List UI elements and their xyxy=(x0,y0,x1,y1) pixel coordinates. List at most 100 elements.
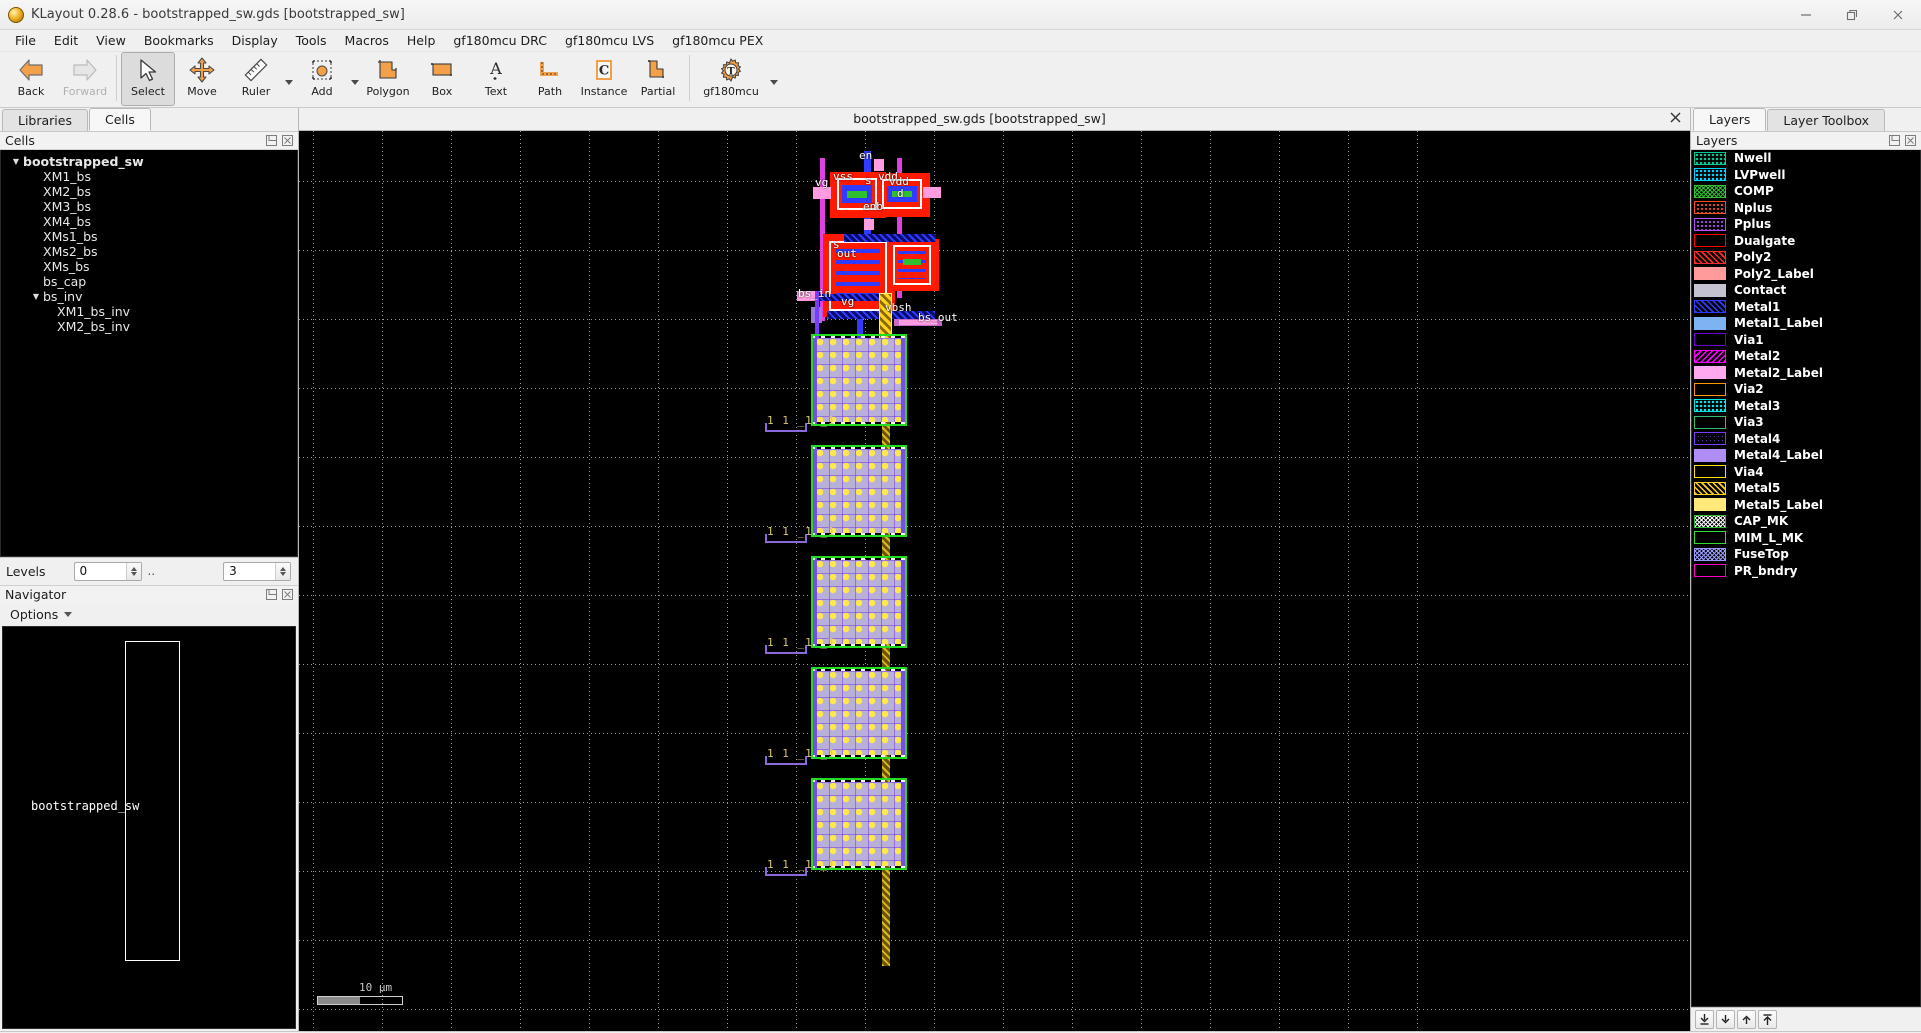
layer-row[interactable]: Metal4_Label xyxy=(1692,447,1920,464)
partial-tool-button[interactable]: Partial xyxy=(631,52,685,106)
layer-swatch-icon[interactable] xyxy=(1694,448,1726,462)
levels-min-stepper[interactable]: 0 xyxy=(73,561,142,581)
close-icon[interactable] xyxy=(281,134,294,147)
tab-layers[interactable]: Layers xyxy=(1693,108,1767,131)
layer-swatch-icon[interactable] xyxy=(1694,514,1726,528)
layer-row[interactable]: Via4 xyxy=(1692,464,1920,481)
layer-swatch-icon[interactable] xyxy=(1694,184,1726,198)
gf180mcu-dropdown-chevron-down-icon[interactable] xyxy=(768,52,780,106)
menu-view[interactable]: View xyxy=(87,31,135,51)
cell-tree-item[interactable]: XM1_bs_inv xyxy=(1,304,297,319)
menu-macros[interactable]: Macros xyxy=(336,31,398,51)
tab-layout-view[interactable]: bootstrapped_sw.gds [bootstrapped_sw] xyxy=(299,108,1660,130)
close-icon[interactable] xyxy=(1904,134,1917,147)
layer-swatch-icon[interactable] xyxy=(1694,168,1726,182)
layer-swatch-icon[interactable] xyxy=(1694,234,1726,248)
layer-swatch-icon[interactable] xyxy=(1694,283,1726,297)
layer-row[interactable]: MIM_L_MK xyxy=(1692,530,1920,547)
cell-tree-item[interactable]: XMs_bs xyxy=(1,259,297,274)
menu-gf180mcu-drc[interactable]: gf180mcu DRC xyxy=(444,31,556,51)
cell-tree[interactable]: ▼ bootstrapped_sw XM1_bs XM2_bs XM3_bs X… xyxy=(0,150,298,557)
close-icon[interactable] xyxy=(1875,0,1921,30)
layer-row[interactable]: Metal5 xyxy=(1692,480,1920,497)
minimize-icon[interactable] xyxy=(1783,0,1829,30)
menu-tools[interactable]: Tools xyxy=(287,31,336,51)
layer-row[interactable]: Pplus xyxy=(1692,216,1920,233)
chevron-down-icon[interactable] xyxy=(64,612,73,617)
menu-gf180mcu-lvs[interactable]: gf180mcu LVS xyxy=(556,31,663,51)
layer-row[interactable]: Nwell xyxy=(1692,150,1920,167)
navigator-options-button[interactable]: Options xyxy=(0,603,298,626)
chevron-down-icon[interactable]: ▼ xyxy=(29,289,43,304)
layer-row[interactable]: Metal2_Label xyxy=(1692,365,1920,382)
ruler-tool-button[interactable]: Ruler xyxy=(229,52,283,106)
layer-row[interactable]: Metal2 xyxy=(1692,348,1920,365)
layer-swatch-icon[interactable] xyxy=(1694,465,1726,479)
layer-row[interactable]: FuseTop xyxy=(1692,546,1920,563)
move-to-top-icon[interactable] xyxy=(1758,1010,1777,1029)
layer-row[interactable]: PR_bndry xyxy=(1692,563,1920,580)
layer-swatch-icon[interactable] xyxy=(1694,531,1726,545)
layer-row[interactable]: Metal4 xyxy=(1692,431,1920,448)
levels-max-stepper[interactable]: 3 xyxy=(223,561,292,581)
layout-canvas[interactable]: 1 1 _1 _1 1 1 _1 _1 1 1 _1 _1 1 1 _1 _1 … xyxy=(299,131,1690,1031)
gf180mcu-tech-button[interactable]: T gf180mcu xyxy=(694,52,768,106)
menu-display[interactable]: Display xyxy=(223,31,287,51)
box-tool-button[interactable]: Box xyxy=(415,52,469,106)
cell-tree-item[interactable]: XMs2_bs xyxy=(1,244,297,259)
layer-row[interactable]: Dualgate xyxy=(1692,233,1920,250)
back-button[interactable]: Back xyxy=(4,52,58,106)
layer-swatch-icon[interactable] xyxy=(1694,250,1726,264)
cell-tree-item[interactable]: XM2_bs xyxy=(1,184,297,199)
close-icon[interactable] xyxy=(281,588,294,601)
layer-swatch-icon[interactable] xyxy=(1694,564,1726,578)
layer-row[interactable]: Poly2 xyxy=(1692,249,1920,266)
layer-swatch-icon[interactable] xyxy=(1694,217,1726,231)
add-dropdown-chevron-down-icon[interactable] xyxy=(349,52,361,106)
path-tool-button[interactable]: Path xyxy=(523,52,577,106)
layer-swatch-icon[interactable] xyxy=(1694,432,1726,446)
select-tool-button[interactable]: Select xyxy=(121,52,175,106)
undock-icon[interactable] xyxy=(265,134,278,147)
layer-swatch-icon[interactable] xyxy=(1694,300,1726,314)
close-icon[interactable] xyxy=(1660,111,1690,128)
menu-file[interactable]: File xyxy=(6,31,45,51)
navigator-preview[interactable]: bootstrapped_sw xyxy=(2,625,296,1029)
layer-swatch-icon[interactable] xyxy=(1694,333,1726,347)
layer-row[interactable]: Via1 xyxy=(1692,332,1920,349)
move-down-icon[interactable] xyxy=(1716,1010,1735,1029)
layer-swatch-icon[interactable] xyxy=(1694,349,1726,363)
layer-swatch-icon[interactable] xyxy=(1694,151,1726,165)
cell-tree-item[interactable]: XMs1_bs xyxy=(1,229,297,244)
layer-swatch-icon[interactable] xyxy=(1694,366,1726,380)
layer-row[interactable]: Metal5_Label xyxy=(1692,497,1920,514)
move-tool-button[interactable]: Move xyxy=(175,52,229,106)
layer-row[interactable]: LVPwell xyxy=(1692,167,1920,184)
cell-tree-item[interactable]: ▼ bs_inv xyxy=(1,289,297,304)
layer-row[interactable]: Metal1 xyxy=(1692,299,1920,316)
layer-swatch-icon[interactable] xyxy=(1694,481,1726,495)
menu-bookmarks[interactable]: Bookmarks xyxy=(135,31,223,51)
layer-swatch-icon[interactable] xyxy=(1694,316,1726,330)
move-up-icon[interactable] xyxy=(1737,1010,1756,1029)
tab-layer-toolbox[interactable]: Layer Toolbox xyxy=(1767,109,1886,131)
polygon-tool-button[interactable]: Polygon xyxy=(361,52,415,106)
menu-gf180mcu-pex[interactable]: gf180mcu PEX xyxy=(663,31,772,51)
restore-icon[interactable] xyxy=(1829,0,1875,30)
layer-swatch-icon[interactable] xyxy=(1694,382,1726,396)
layer-swatch-icon[interactable] xyxy=(1694,399,1726,413)
menu-help[interactable]: Help xyxy=(398,31,445,51)
layer-swatch-icon[interactable] xyxy=(1694,498,1726,512)
layer-swatch-icon[interactable] xyxy=(1694,267,1726,281)
layer-row[interactable]: COMP xyxy=(1692,183,1920,200)
layer-row[interactable]: Contact xyxy=(1692,282,1920,299)
layer-row[interactable]: Poly2_Label xyxy=(1692,266,1920,283)
stepper-arrows-icon[interactable] xyxy=(125,562,141,580)
forward-button[interactable]: Forward xyxy=(58,52,112,106)
add-tool-button[interactable]: Add xyxy=(295,52,349,106)
layer-row[interactable]: Metal3 xyxy=(1692,398,1920,415)
cell-tree-item[interactable]: XM1_bs xyxy=(1,169,297,184)
instance-tool-button[interactable]: C Instance xyxy=(577,52,631,106)
menu-edit[interactable]: Edit xyxy=(45,31,87,51)
layer-swatch-icon[interactable] xyxy=(1694,201,1726,215)
